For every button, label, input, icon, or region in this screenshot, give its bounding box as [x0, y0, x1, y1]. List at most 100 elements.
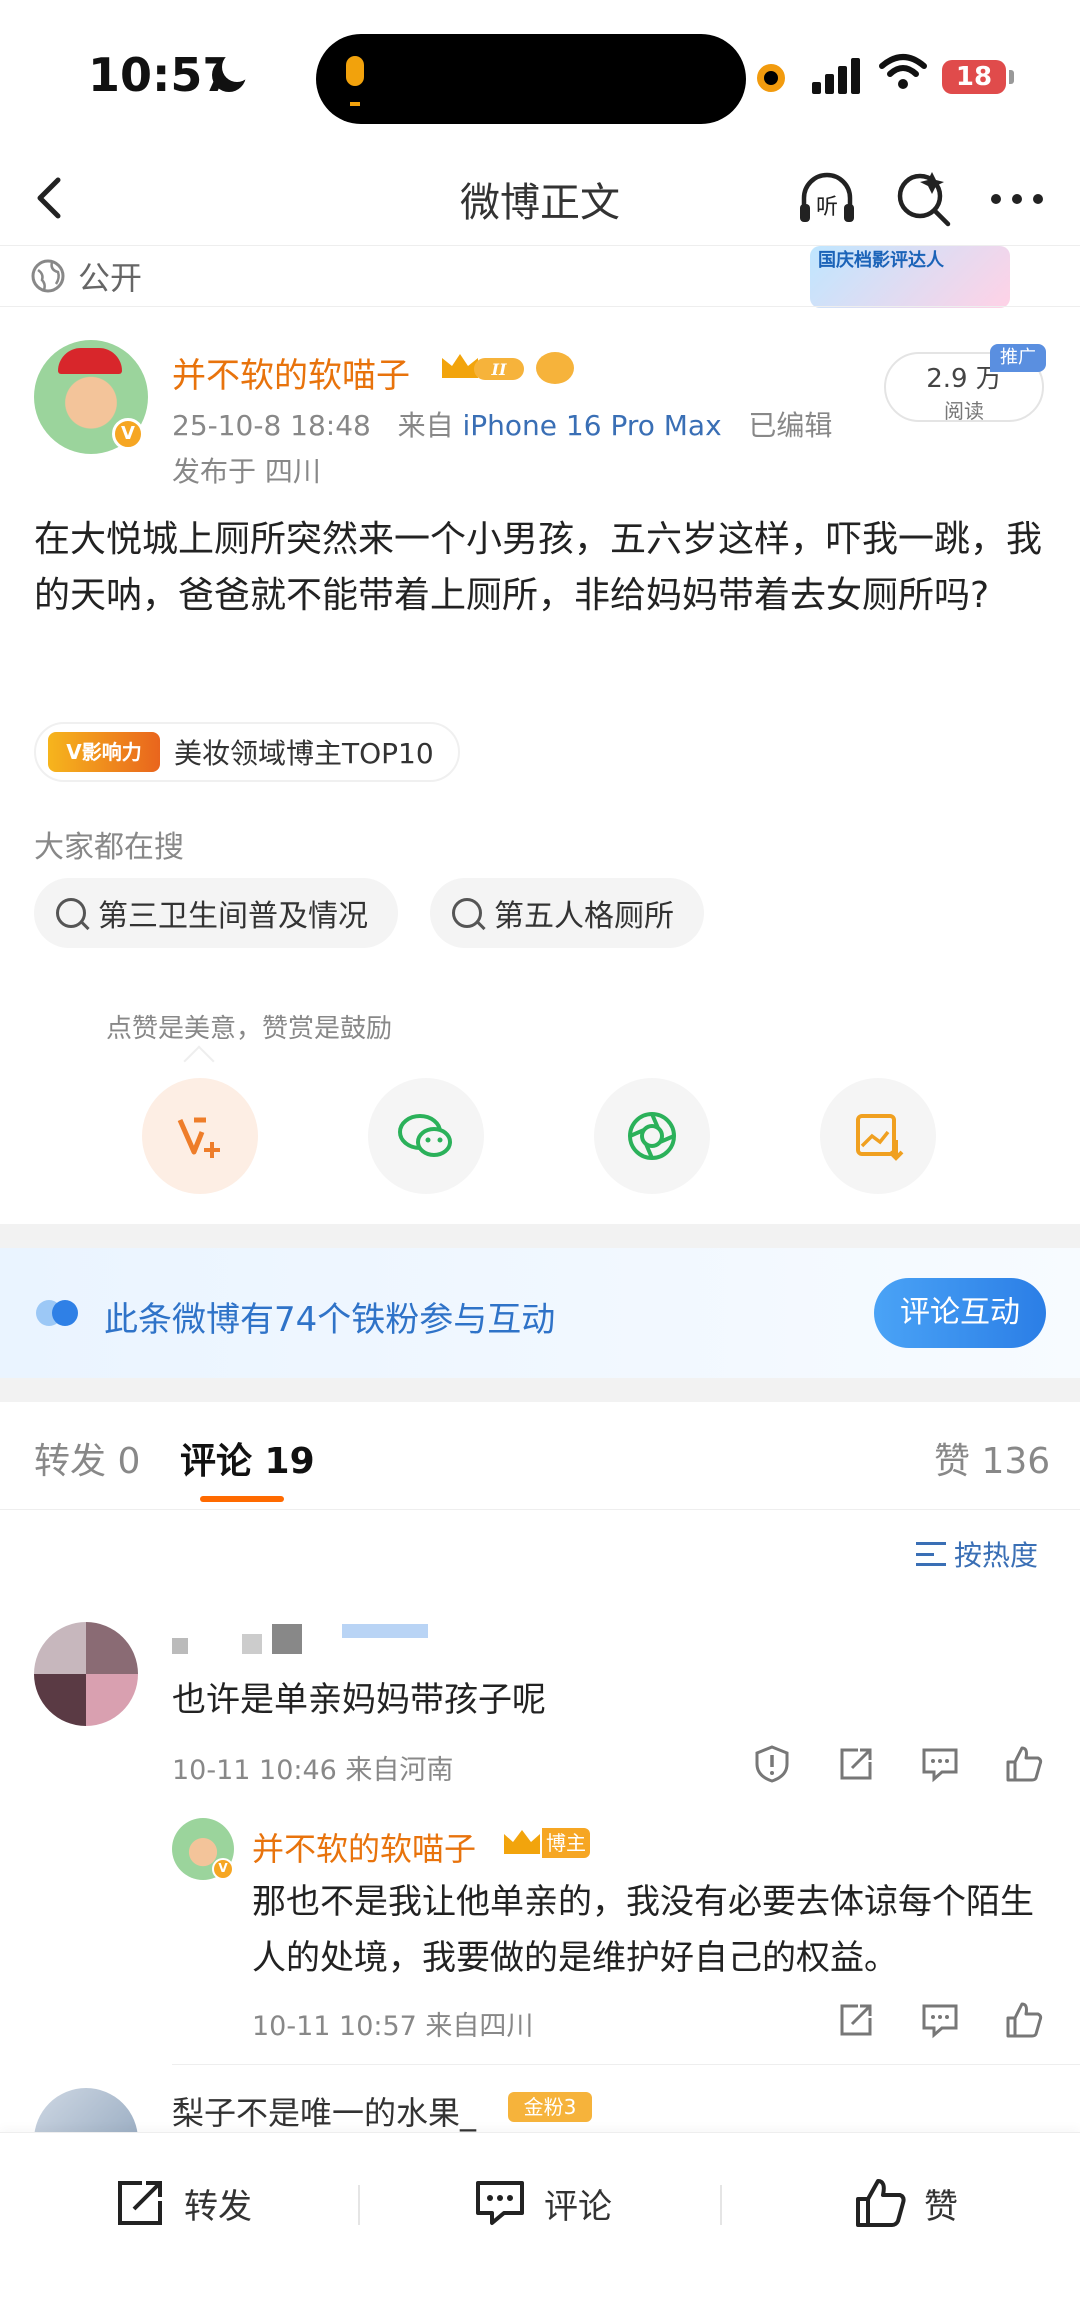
engagement-tabs: 转发 0 评论 19 赞 136 [0, 1402, 1080, 1510]
tab-comments[interactable]: 评论 19 [180, 1432, 315, 1484]
edited-label[interactable]: 已编辑 [748, 409, 832, 442]
search-chip[interactable]: 第五人格厕所 [430, 878, 704, 948]
sort-label: 按热度 [954, 1539, 1039, 1572]
signal-icon [812, 56, 862, 94]
like-icon[interactable] [1004, 1744, 1044, 1784]
reply-verified-badge-icon: V [212, 1858, 234, 1880]
influence-text: 美妆领域博主TOP10 [174, 737, 434, 770]
status-bar: 10:57 18 [0, 0, 1080, 150]
divider [0, 306, 1080, 307]
active-tab-indicator [200, 1496, 284, 1502]
like-icon[interactable] [1004, 2000, 1044, 2040]
report-icon[interactable] [752, 1744, 792, 1784]
member-crown-icon: II [442, 354, 524, 380]
save-image-icon [856, 1114, 904, 1161]
battery-level: 18 [942, 60, 1006, 94]
moments-icon [628, 1112, 676, 1160]
fans-interaction-bar: 此条微博有74个铁粉参与互动 评论互动 [0, 1248, 1080, 1378]
wechat-icon [398, 1114, 452, 1157]
commenter-name[interactable]: 梨子不是唯一的水果_ [172, 2088, 476, 2134]
device-link[interactable]: iPhone 16 Pro Max [463, 409, 722, 442]
separator [720, 2185, 722, 2225]
sort-icon [916, 1542, 946, 1566]
reward-tip: 点赞是美意，赞赏是鼓励 [106, 1014, 393, 1044]
level-badge: II [491, 360, 507, 379]
save-image-button[interactable] [820, 1078, 936, 1194]
comment-icon[interactable] [920, 1744, 960, 1784]
comment-icon [476, 2181, 524, 2225]
like-icon [856, 2179, 906, 2227]
commenter-avatar[interactable] [34, 1622, 138, 1726]
repost-icon [118, 2181, 162, 2225]
comment-meta: 10-11 10:46 来自河南 [172, 1755, 454, 1786]
fans-text: 此条微博有74个铁粉参与互动 [104, 1300, 556, 1340]
section-gap [0, 1378, 1080, 1402]
fish-badge-icon [536, 352, 574, 384]
share-moments-button[interactable] [594, 1078, 710, 1194]
influence-badge: V影响力 [48, 732, 160, 772]
repost-icon[interactable] [836, 1744, 876, 1784]
reward-button[interactable] [142, 1078, 258, 1194]
trending-search-heading: 大家都在搜 [34, 830, 184, 865]
reply-meta: 10-11 10:57 来自四川 [252, 2011, 534, 2042]
bottom-action-bar: 转发 评论 赞 [0, 2132, 1080, 2307]
crown-icon [504, 1830, 540, 1854]
search-chip-label: 第五人格厕所 [494, 899, 674, 934]
commenter-name-blurred[interactable] [172, 1624, 432, 1658]
reply-author-name[interactable]: 并不软的软喵子 [252, 1824, 476, 1870]
source-prefix: 来自 [397, 409, 454, 442]
more-icon[interactable] [986, 168, 1048, 230]
like-label: 赞 [924, 2186, 958, 2227]
visibility-label: 公开 [78, 259, 143, 297]
moon-icon [212, 52, 252, 92]
comment-label: 评论 [544, 2186, 612, 2227]
host-badge-label: 博主 [542, 1828, 590, 1858]
search-chip[interactable]: 第三卫生间普及情况 [34, 878, 398, 948]
post-location: 发布于 四川 [172, 455, 321, 488]
globe-icon [31, 259, 65, 293]
nav-bar: 微博正文 听 [0, 150, 1080, 246]
section-gap [0, 1224, 1080, 1248]
promo-badge[interactable]: 推广 [990, 344, 1046, 372]
banner-text: 国庆档影评达人 [818, 250, 944, 271]
influence-chip[interactable]: V影响力 美妆领域博主TOP10 [34, 722, 460, 782]
post-meta: 25-10-8 18:48 来自 iPhone 16 Pro Max 已编辑 [172, 404, 832, 444]
fans-icon [36, 1300, 84, 1328]
comment-text: 也许是单亲妈妈带孩子呢 [172, 1680, 546, 1720]
battery-tip [1009, 70, 1014, 84]
microphone-icon [346, 56, 364, 106]
tab-likes[interactable]: 赞 136 [934, 1432, 1050, 1484]
repost-label: 转发 [184, 2186, 252, 2227]
repost-button[interactable]: 转发 [112, 2175, 252, 2231]
dynamic-island [316, 34, 746, 124]
event-banner[interactable]: 国庆档影评达人 [810, 246, 1010, 308]
post-date: 25-10-8 18:48 [172, 409, 371, 442]
verified-badge-icon: V [112, 418, 144, 450]
recording-indicator-icon [757, 64, 785, 92]
comment-divider [172, 2064, 1080, 2065]
search-chip-label: 第三卫生间普及情况 [98, 899, 368, 934]
comment-button[interactable]: 评论 [472, 2175, 612, 2231]
repost-icon[interactable] [836, 2000, 876, 2040]
like-button[interactable]: 赞 [852, 2175, 958, 2231]
separator [358, 2185, 360, 2225]
visibility-row: 公开 [30, 246, 142, 306]
search-icon[interactable] [892, 168, 954, 230]
tab-repost[interactable]: 转发 0 [34, 1432, 140, 1484]
reads-label: 阅读 [944, 399, 984, 423]
listen-button[interactable]: 听 [796, 168, 858, 230]
author-name[interactable]: 并不软的软喵子 [172, 348, 410, 397]
comment-interact-button[interactable]: 评论互动 [874, 1278, 1046, 1348]
host-badge: 博主 [502, 1828, 590, 1858]
tip-arrow [183, 1045, 215, 1077]
reward-icon [177, 1117, 220, 1158]
search-icon [56, 898, 86, 928]
search-icon [452, 898, 482, 928]
headphones-icon: 听 [800, 172, 854, 222]
comment-icon[interactable] [920, 2000, 960, 2040]
gold-fan-badge: 金粉3 [508, 2092, 592, 2122]
wifi-icon [879, 54, 927, 89]
share-wechat-button[interactable] [368, 1078, 484, 1194]
listen-label: 听 [816, 195, 838, 220]
sort-by-hot-button[interactable]: 按热度 [916, 1534, 1038, 1574]
